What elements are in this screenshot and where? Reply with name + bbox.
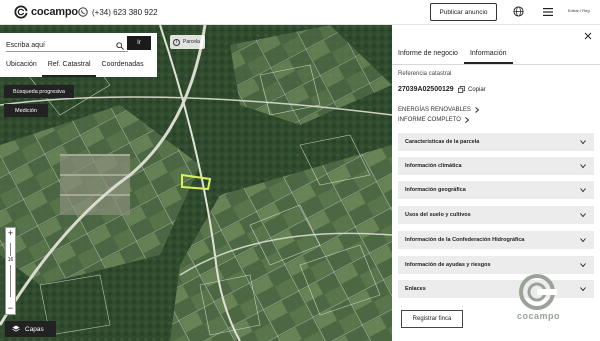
brand-logo[interactable]: cocampo xyxy=(14,4,78,20)
cocampo-logo-icon xyxy=(14,5,28,19)
accordion-label: Información climática xyxy=(405,163,462,169)
accordion-label: Información de ayudas y riesgos xyxy=(405,262,491,268)
tab-coordenadas[interactable]: Coordenadas xyxy=(96,58,149,77)
publish-listing-button[interactable]: Publicar anuncio xyxy=(430,3,497,21)
accordion-parcel-features[interactable]: Características de la parcela xyxy=(398,133,594,151)
search-tabs: Ubicación Ref. Catastral Coordenadas xyxy=(0,58,157,77)
globe-icon[interactable] xyxy=(513,6,524,17)
search-panel: Escriba aquí Ir Ubicación Ref. Catastral… xyxy=(0,33,157,77)
map-info-chip[interactable]: i Parcela xyxy=(170,35,205,49)
accordion-land-use[interactable]: Usos del suelo y cultivos xyxy=(398,206,594,224)
zoom-control[interactable]: + 16 − xyxy=(5,227,16,315)
progressive-search-button[interactable]: Búsqueda progresiva xyxy=(4,85,74,98)
chevron-down-icon xyxy=(580,287,586,292)
map-chip-label: Parcela xyxy=(183,39,200,45)
accordion-climate-info[interactable]: Información climática xyxy=(398,157,594,175)
renewable-energy-link[interactable]: ENERGÍAS RENOVABLES xyxy=(398,107,480,113)
chevron-down-icon xyxy=(580,140,586,145)
full-report-label: INFORME COMPLETO xyxy=(398,117,461,123)
copy-label: Copiar xyxy=(468,86,486,93)
search-input[interactable]: Escriba aquí xyxy=(6,39,128,52)
chevron-down-icon xyxy=(580,213,586,218)
zoom-out-button[interactable]: − xyxy=(6,303,15,314)
accordion-aid-and-risks[interactable]: Información de ayudas y riesgos xyxy=(398,256,594,274)
phone-contact[interactable]: (+34) 623 380 922 xyxy=(78,7,158,17)
cocampo-watermark-icon xyxy=(519,274,557,310)
chevron-right-icon xyxy=(475,107,480,113)
register-property-button[interactable]: Registrar finca xyxy=(401,310,463,328)
tabs-divider xyxy=(392,64,600,65)
tab-informe-negocio[interactable]: Informe de negocio xyxy=(392,46,464,64)
layers-icon xyxy=(12,325,20,332)
cadastral-ref-value: 27039A02500129 xyxy=(398,86,454,93)
accordion-label: Usos del suelo y cultivos xyxy=(405,212,471,218)
watermark-text: cocampo xyxy=(517,311,561,321)
panel-tabs: Informe de negocio Información xyxy=(392,46,520,64)
accordion-hydrographic-info[interactable]: Información de la Confederación Hidrográ… xyxy=(398,231,594,249)
layers-button[interactable]: Capas xyxy=(5,321,56,337)
tab-ubicacion[interactable]: Ubicación xyxy=(0,58,42,77)
renewable-energy-label: ENERGÍAS RENOVABLES xyxy=(398,107,471,113)
full-report-link[interactable]: INFORME COMPLETO xyxy=(398,117,470,123)
copy-button[interactable]: Copiar xyxy=(458,86,486,93)
zoom-level-indicator[interactable]: 16 xyxy=(6,256,15,265)
tab-informacion[interactable]: Información xyxy=(463,46,513,64)
search-icon[interactable] xyxy=(116,42,124,50)
hamburger-menu-icon[interactable] xyxy=(543,7,553,17)
chevron-down-icon xyxy=(580,263,586,268)
measure-button[interactable]: Medición xyxy=(4,104,48,117)
cadastral-ref-label: Referencia catastral xyxy=(398,71,452,77)
top-bar: cocampo (+34) 623 380 922 Publicar anunc… xyxy=(0,0,600,25)
phone-number: (+34) 623 380 922 xyxy=(92,7,158,17)
chevron-down-icon xyxy=(580,164,586,169)
accordion-label: Características de la parcela xyxy=(405,139,480,145)
tab-ref-catastral[interactable]: Ref. Catastral xyxy=(41,58,96,77)
user-account-link[interactable]: Entrar / Reg xyxy=(568,8,592,13)
accordion-geographic-info[interactable]: Información geográfica xyxy=(398,181,594,199)
zoom-in-button[interactable]: + xyxy=(6,228,15,239)
zoom-track[interactable] xyxy=(10,243,11,297)
info-icon: i xyxy=(173,38,180,46)
close-icon[interactable] xyxy=(584,32,592,40)
brand-name: cocampo xyxy=(31,6,78,18)
accordion-label: Información de la Confederación Hidrográ… xyxy=(405,237,525,243)
chevron-down-icon xyxy=(580,238,586,243)
chevron-down-icon xyxy=(580,188,586,193)
accordion-label: Información geográfica xyxy=(405,187,466,193)
accordion-links[interactable]: Enlaces xyxy=(398,280,594,298)
search-go-button[interactable]: Ir xyxy=(127,36,151,50)
copy-icon xyxy=(458,86,465,93)
whatsapp-icon xyxy=(78,7,88,17)
accordion-label: Enlaces xyxy=(405,286,426,292)
chevron-right-icon xyxy=(465,117,470,123)
layers-label: Capas xyxy=(25,325,44,333)
